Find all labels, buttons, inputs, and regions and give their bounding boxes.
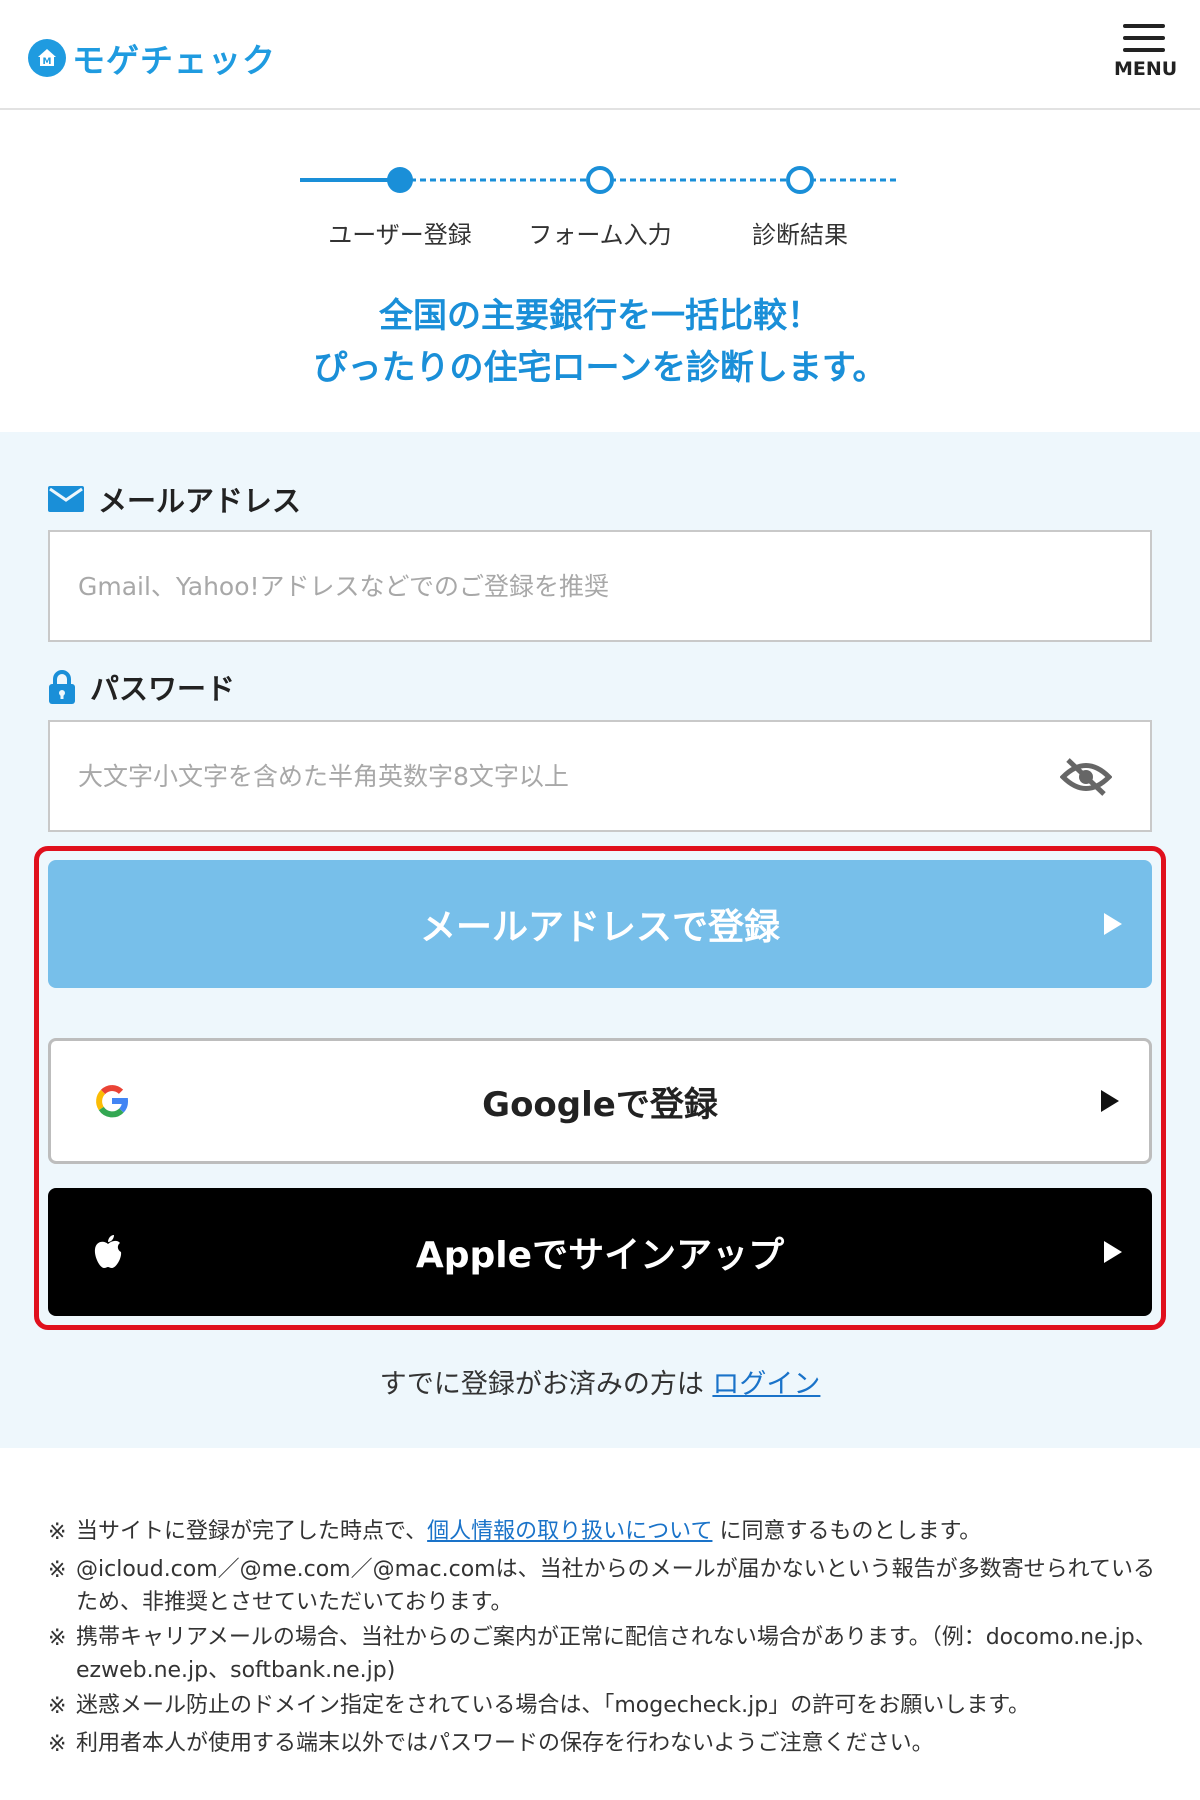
notes-list: ※ 当サイトに登録が完了した時点で、個人情報の取り扱いについて に同意するものと… (48, 1515, 1158, 1765)
note-item: ※ 利用者本人が使用する端末以外ではパスワードの保存を行わないようご注意ください… (48, 1731, 934, 1757)
lock-icon (48, 669, 76, 705)
site-header: M モゲチェック MENU (0, 0, 1200, 110)
step-label-form: フォーム入力 (528, 221, 672, 249)
email-register-label: メールアドレスで登録 (419, 907, 780, 948)
toggle-password-visibility-icon[interactable] (1059, 756, 1113, 802)
step-marker (786, 166, 814, 194)
logo-text: モゲチェック (72, 41, 276, 80)
site-logo[interactable]: M モゲチェック (28, 34, 276, 82)
email-label: メールアドレス (48, 478, 301, 520)
hamburger-icon (1123, 24, 1165, 28)
login-link[interactable]: ログイン (712, 1369, 820, 1400)
step-marker (586, 166, 614, 194)
step-label-register: ユーザー登録 (328, 221, 472, 249)
play-arrow-icon (1101, 1090, 1119, 1112)
step-label-result: 診断結果 (752, 221, 848, 249)
email-input[interactable] (50, 532, 1150, 640)
apple-icon (92, 1234, 124, 1270)
headline-line1: 全国の主要銀行を一括比較！ (379, 296, 821, 336)
headline: 全国の主要銀行を一括比較！ ぴったりの住宅ローンを診断します。 (0, 290, 1200, 394)
password-input[interactable] (50, 722, 1150, 830)
mail-icon (48, 486, 84, 512)
note-item: ※ @icloud.com／@me.com／@mac.comは、当社からのメール… (48, 1557, 1155, 1615)
play-arrow-icon (1104, 1241, 1122, 1263)
privacy-policy-link[interactable]: 個人情報の取り扱いについて (427, 1519, 712, 1544)
login-prompt-text: すでに登録がお済みの方は (379, 1369, 713, 1400)
password-label: パスワード (48, 666, 235, 708)
google-register-label: Googleで登録 (482, 1084, 718, 1125)
play-arrow-icon (1104, 913, 1122, 935)
apple-signup-button[interactable]: Appleでサインアップ (48, 1188, 1152, 1316)
house-logo-icon: M (28, 39, 66, 77)
svg-text:M: M (43, 57, 52, 67)
note-item: ※ 当サイトに登録が完了した時点で、個人情報の取り扱いについて に同意するものと… (48, 1519, 982, 1545)
note-item: ※ 携帯キャリアメールの場合、当社からのご案内が正常に配信されない場合があります… (48, 1625, 1157, 1683)
email-register-button[interactable]: メールアドレスで登録 (48, 860, 1152, 988)
password-field[interactable] (48, 720, 1152, 832)
progress-track (300, 166, 900, 194)
google-register-button[interactable]: Googleで登録 (48, 1038, 1152, 1164)
email-field[interactable] (48, 530, 1152, 642)
login-prompt: すでに登録がお済みの方は ログイン (0, 1362, 1200, 1401)
menu-label: MENU (1114, 58, 1178, 80)
menu-button[interactable]: MENU (1114, 24, 1178, 88)
registration-progress: ユーザー登録 フォーム入力 診断結果 (0, 150, 1200, 260)
google-icon (95, 1084, 129, 1118)
headline-line2: ぴったりの住宅ローンを診断します。 (313, 348, 887, 388)
apple-signup-label: Appleでサインアップ (415, 1235, 785, 1276)
step-marker-active (387, 167, 413, 193)
note-item: ※ 迷惑メール防止のドメイン指定をされている場合は、「mogecheck.jp」… (48, 1693, 1031, 1719)
